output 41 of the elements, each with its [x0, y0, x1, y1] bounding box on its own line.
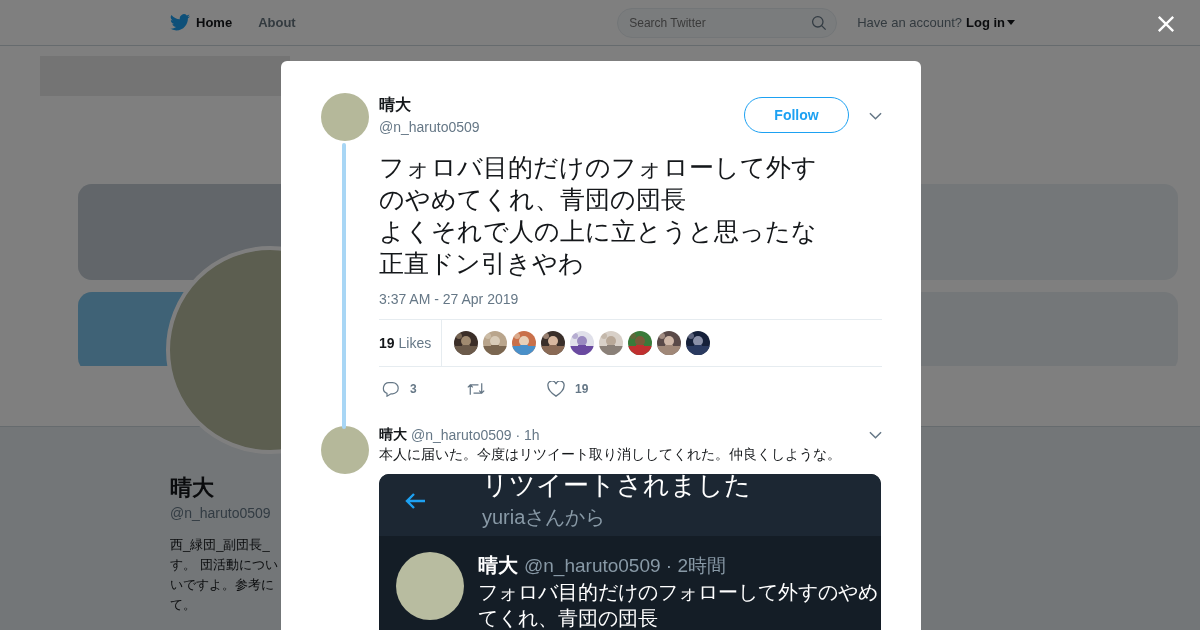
- close-icon[interactable]: [1157, 15, 1175, 33]
- author-handle[interactable]: @n_haruto0509: [379, 119, 744, 135]
- author-name[interactable]: 晴大: [379, 95, 744, 116]
- author-name[interactable]: 晴大: [379, 426, 407, 444]
- tweet-text-line: フォロバ目的だけのフォローして外すのやめ: [478, 580, 878, 605]
- follow-button[interactable]: Follow: [744, 97, 849, 133]
- reply-text: 本人に届いた。今度はリツイート取り消ししてくれた。仲良くしような。: [379, 446, 842, 464]
- action-count: 19: [575, 382, 589, 396]
- account-prompt: Have an account?: [857, 15, 962, 30]
- search-field[interactable]: Search Twitter: [617, 7, 838, 38]
- nav-link[interactable]: About: [258, 15, 296, 30]
- action-count: 3: [410, 382, 417, 396]
- bio-line: て。: [170, 596, 197, 614]
- chevron-down-icon[interactable]: [869, 112, 882, 120]
- tweet-text: フォロバ目的だけのフォローして外すのやめてくれ、青団の団長: [379, 152, 818, 215]
- tweet-meta: @n_haruto0509 · 2時間: [524, 554, 726, 579]
- screenshot-subtitle: yuriaさんから: [482, 505, 607, 530]
- profile-handle: @n_haruto0509: [170, 505, 272, 521]
- speech-bubble-icon[interactable]: [382, 381, 400, 397]
- caret-icon[interactable]: [1007, 20, 1015, 25]
- heart-icon[interactable]: [547, 381, 565, 397]
- search-icon[interactable]: [811, 14, 828, 31]
- likes-count[interactable]: 19: [379, 335, 395, 351]
- retweet-icon[interactable]: [467, 381, 485, 397]
- tweet-text-line: てくれ、青団の団長: [478, 606, 659, 630]
- bio-line: いですよ。参考に: [170, 576, 275, 594]
- tweet-timestamp[interactable]: 3:37 AM - 27 Apr 2019: [379, 291, 882, 307]
- back-arrow-icon: [404, 492, 426, 510]
- bio-line: す。 団活動につい: [170, 556, 279, 574]
- bio-line: 西_緑団_副団長_: [170, 536, 271, 554]
- chevron-down-icon[interactable]: [869, 431, 882, 439]
- profile-name: 晴大: [170, 474, 215, 502]
- login-link[interactable]: Log in: [966, 15, 1005, 30]
- likes-label[interactable]: Likes: [398, 335, 432, 351]
- author-name: 晴大: [478, 553, 518, 578]
- screenshot-title: リツイートされました: [482, 474, 751, 498]
- reply-meta: @n_haruto0509 · 1h: [411, 427, 541, 443]
- screenshot-card[interactable]: リツイートされました yuriaさんから 晴大 @n_haruto0509 · 2時間 フォロバ目的だけのフォローして外すのやめ てくれ、青団の団長: [379, 474, 881, 630]
- tweet-text: 正直ドン引きやわ: [379, 248, 585, 279]
- tweet-text: よくそれで人の上に立とうと思ったな: [379, 216, 818, 247]
- nav-link[interactable]: Home: [196, 15, 233, 30]
